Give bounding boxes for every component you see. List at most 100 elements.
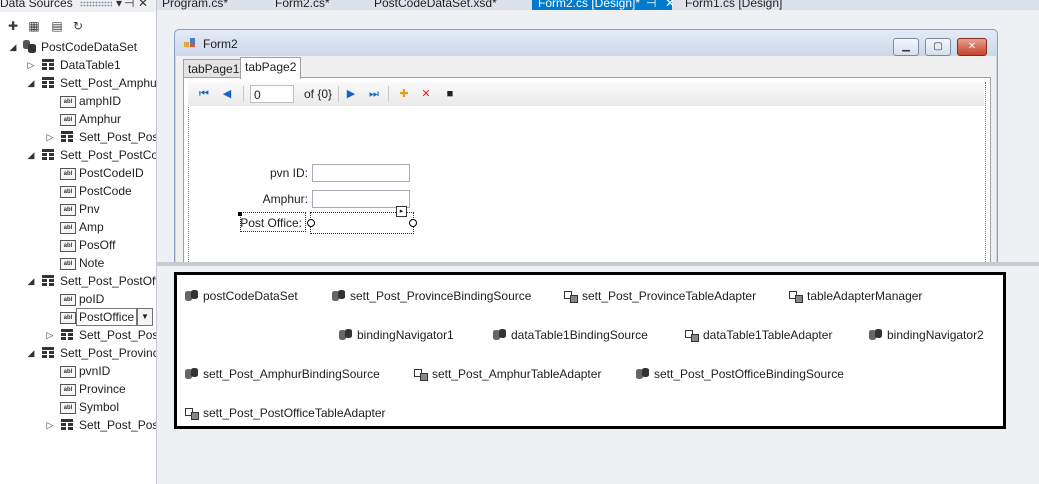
tree-field[interactable]: abl poID [0, 290, 156, 308]
doc-tab-form1-design[interactable]: Form1.cs [Design] [685, 0, 782, 10]
tray-item-province-binding-source[interactable]: sett_Post_ProvinceBindingSource [332, 288, 531, 304]
textbox-field-icon: abl [60, 312, 76, 324]
textbox-field-icon: abl [60, 204, 76, 216]
tab-page2[interactable]: tabPage2 [240, 57, 302, 79]
tray-item-binding-navigator2[interactable]: bindingNavigator2 [869, 327, 984, 343]
tree-field[interactable]: abl pvnID [0, 362, 156, 380]
maximize-icon[interactable]: ▢ [925, 38, 951, 56]
move-previous-icon[interactable]: ◀ [221, 88, 233, 100]
position-input[interactable]: 0 [250, 85, 294, 103]
binding-source-icon [332, 290, 346, 302]
refresh-icon[interactable]: ↻ [71, 19, 85, 33]
tree-field[interactable]: abl Symbol [0, 398, 156, 416]
tree-node-postcode[interactable]: ◢ Sett_Post_PostCo [0, 146, 156, 164]
form-title-bar[interactable]: Form2 ▁ ▢ ✕ [175, 30, 997, 56]
textbox-field-icon: abl [60, 294, 76, 306]
add-new-icon[interactable]: ✚ [398, 88, 410, 100]
field-control-dropdown-icon[interactable]: ▼ [137, 308, 153, 326]
panel-grip[interactable] [80, 1, 112, 7]
move-last-icon[interactable]: ⏭ [368, 88, 380, 100]
tray-item-postoffice-binding-source[interactable]: sett_Post_PostOfficeBindingSource [636, 366, 844, 382]
tree-node-postoffice[interactable]: ◢ Sett_Post_PostOff [0, 272, 156, 290]
separator [338, 86, 339, 102]
binding-source-icon [185, 368, 199, 380]
table-icon [42, 347, 54, 359]
tree-field[interactable]: abl Amphur [0, 110, 156, 128]
collapse-arrow-icon[interactable]: ◢ [8, 38, 18, 56]
smart-tag-icon[interactable]: ▸ [396, 206, 407, 217]
tray-item-amphur-table-adapter[interactable]: sett_Post_AmphurTableAdapter [414, 366, 601, 382]
tree-node-amphur[interactable]: ◢ Sett_Post_Amphur [0, 74, 156, 92]
resize-handle[interactable] [307, 219, 315, 227]
panel-menu-icon[interactable]: ▾ [116, 0, 122, 10]
close-icon[interactable]: ✕ [957, 38, 987, 56]
add-data-source-icon[interactable]: ✚ [6, 19, 20, 33]
expand-arrow-icon[interactable]: ▷ [26, 56, 36, 74]
close-panel-icon[interactable]: ✕ [138, 0, 148, 10]
minimize-icon[interactable]: ▁ [893, 38, 919, 56]
collapse-arrow-icon[interactable]: ◢ [26, 344, 36, 362]
collapse-arrow-icon[interactable]: ◢ [26, 74, 36, 92]
tray-item-binding-navigator1[interactable]: bindingNavigator1 [339, 327, 454, 343]
tree-field[interactable]: abl PosOff [0, 236, 156, 254]
table-icon [42, 77, 54, 89]
tray-item-postcodedataset[interactable]: postCodeDataSet [185, 288, 298, 304]
delete-icon[interactable]: ✕ [420, 88, 432, 100]
tray-item-datatable1-table-adapter[interactable]: dataTable1TableAdapter [685, 327, 832, 343]
tree-field[interactable]: abl amphID [0, 92, 156, 110]
tray-item-table-adapter-manager[interactable]: tableAdapterManager [789, 288, 922, 304]
tree-field-selected[interactable]: abl PostOffice ▼ [0, 308, 156, 326]
tree-label: Pnv [79, 202, 100, 216]
selected-field-label[interactable]: PostOffice [76, 308, 138, 326]
tree-label: Sett_Post_Provinc [60, 346, 157, 360]
pvn-id-textbox[interactable] [312, 164, 410, 182]
move-next-icon[interactable]: ▶ [345, 88, 357, 100]
tree-field[interactable]: abl Note [0, 254, 156, 272]
separator [388, 86, 389, 102]
tab-page1[interactable]: tabPage1 [183, 59, 245, 78]
doc-tab-form2-cs[interactable]: Form2.cs* [275, 0, 330, 10]
tree-label: Sett_Post_Amphur [60, 76, 157, 90]
resize-handle[interactable] [409, 219, 417, 227]
expand-arrow-icon[interactable]: ▷ [45, 416, 55, 434]
separator [243, 86, 244, 102]
tray-item-province-table-adapter[interactable]: sett_Post_ProvinceTableAdapter [564, 288, 756, 304]
tree-node-root[interactable]: ◢ PostCodeDataSet [0, 38, 156, 56]
move-first-icon[interactable]: ⏮ [198, 88, 210, 100]
tree-label: PosOff [79, 238, 116, 252]
tree-node-province-child[interactable]: ▷ Sett_Post_Post [0, 416, 156, 434]
textbox-field-icon: abl [60, 384, 76, 396]
save-icon[interactable]: ■ [444, 88, 456, 100]
tree-label: Sett_Post_Post [79, 130, 157, 144]
tray-item-postoffice-table-adapter[interactable]: sett_Post_PostOfficeTableAdapter [185, 405, 386, 421]
tree-node-province[interactable]: ◢ Sett_Post_Provinc [0, 344, 156, 362]
data-sources-title: Data Sources [0, 0, 73, 10]
tray-item-amphur-binding-source[interactable]: sett_Post_AmphurBindingSource [185, 366, 380, 382]
tree-node-amphur-child[interactable]: ▷ Sett_Post_Post [0, 128, 156, 146]
expand-arrow-icon[interactable]: ▷ [45, 326, 55, 344]
tree-field[interactable]: abl Pnv [0, 200, 156, 218]
tree-label: PostCode [79, 184, 132, 198]
close-tab-icon[interactable]: ✕ [665, 0, 675, 10]
form2-window[interactable]: Form2 ▁ ▢ ✕ tabPage1 tabPage2 ⏮ ◀ 0 of {… [174, 29, 998, 262]
collapse-arrow-icon[interactable]: ◢ [26, 146, 36, 164]
tree-node-postoffice-child[interactable]: ▷ Sett_Post_Post [0, 326, 156, 344]
selection-handle[interactable] [238, 212, 242, 216]
tree-field[interactable]: abl PostCodeID [0, 164, 156, 182]
tray-item-datatable1-binding-source[interactable]: dataTable1BindingSource [493, 327, 648, 343]
collapse-arrow-icon[interactable]: ◢ [26, 272, 36, 290]
doc-tab-postcodedataset-xsd[interactable]: PostCodeDataSet.xsd* [374, 0, 497, 10]
configure-icon[interactable]: ▤ [50, 19, 64, 33]
tray-splitter[interactable] [157, 262, 1039, 266]
pin-tab-icon[interactable]: ⊣ [646, 0, 656, 10]
doc-tab-program-cs[interactable]: Program.cs* [162, 0, 228, 10]
document-tab-bar: Program.cs* Form2.cs* PostCodeDataSet.xs… [157, 0, 1039, 10]
component-tray: postCodeDataSet sett_Post_ProvinceBindin… [174, 272, 1006, 429]
pin-icon[interactable]: ⊣ [124, 0, 134, 10]
edit-dataset-icon[interactable]: ▦ [27, 19, 41, 33]
tree-node-datatable1[interactable]: ▷ DataTable1 [0, 56, 156, 74]
expand-arrow-icon[interactable]: ▷ [45, 128, 55, 146]
tree-field[interactable]: abl Province [0, 380, 156, 398]
tree-field[interactable]: abl PostCode [0, 182, 156, 200]
tree-field[interactable]: abl Amp [0, 218, 156, 236]
